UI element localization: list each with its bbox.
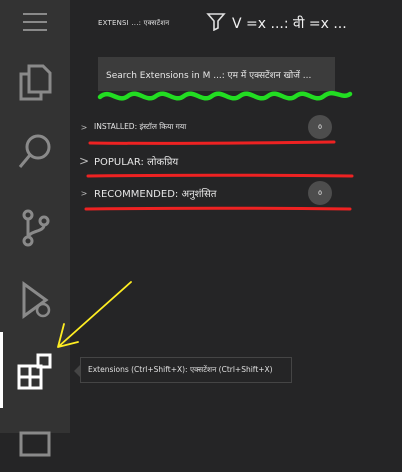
- section-installed-label: INSTALLED: इंस्टॉल किया गया: [94, 122, 187, 131]
- search-extensions-input[interactable]: Search Extensions in M ...: एम में एक्सट…: [98, 57, 335, 91]
- remote-icon[interactable]: [0, 412, 70, 472]
- section-recommended[interactable]: > RECOMMENDED: अनुशंसित 0: [70, 179, 402, 207]
- chevron-icon: >: [80, 122, 88, 132]
- extensions-tooltip: Extensions (Ctrl+Shift+X): एक्सटेंशन (Ct…: [80, 357, 292, 383]
- menu-icon[interactable]: [0, 0, 70, 44]
- sidebar-title: EXTENSI ...: एक्सटेंशन: [98, 18, 170, 27]
- chevron-icon: >: [78, 154, 90, 168]
- explorer-icon[interactable]: [0, 52, 70, 112]
- search-icon[interactable]: [0, 122, 70, 182]
- sidebar-title-row: EXTENSI ...: एक्सटेंशन V =x ...: वी =x .…: [98, 10, 398, 36]
- search-placeholder: Search Extensions in M ...: एम में एक्सट…: [106, 70, 312, 81]
- recommended-count-badge: 0: [308, 181, 332, 205]
- section-popular-label: POPULAR: लोकप्रिय: [94, 157, 179, 168]
- chevron-icon: >: [80, 188, 88, 198]
- source-control-icon[interactable]: [0, 198, 70, 258]
- title-shortcuts: V =x ...: वी =x ...: [232, 15, 347, 32]
- section-installed[interactable]: > INSTALLED: इंस्टॉल किया गया 0: [70, 113, 402, 141]
- extensions-icon[interactable]: [0, 342, 70, 402]
- installed-count-badge: 0: [308, 115, 332, 139]
- section-popular[interactable]: > POPULAR: लोकप्रिय: [70, 147, 402, 175]
- run-debug-icon[interactable]: [0, 270, 70, 330]
- filter-icon[interactable]: [206, 11, 226, 35]
- tooltip-text: Extensions (Ctrl+Shift+X): एक्सटेंशन (Ct…: [88, 365, 273, 374]
- activity-bar: [0, 0, 70, 457]
- section-recommended-label: RECOMMENDED: अनुशंसित: [94, 189, 217, 200]
